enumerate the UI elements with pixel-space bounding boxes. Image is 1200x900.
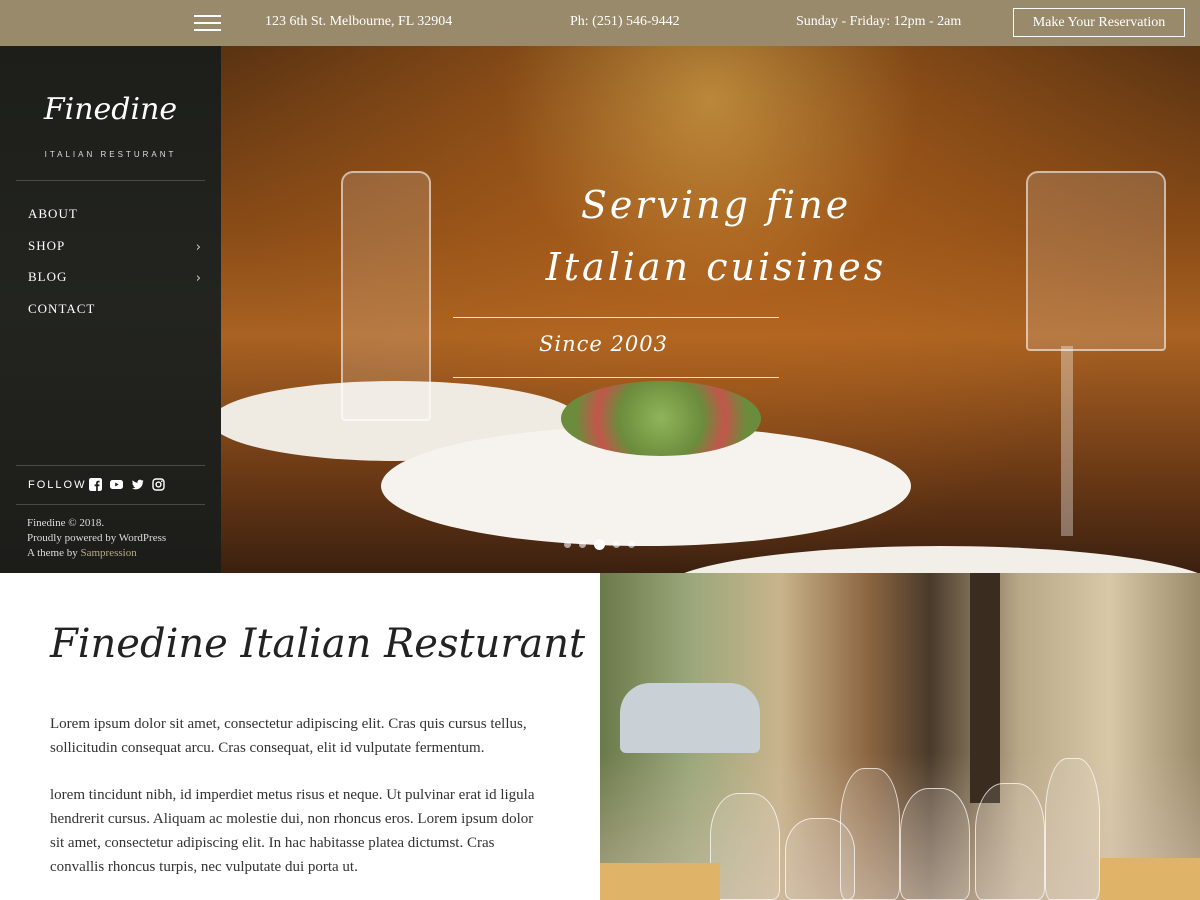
sidebar: Finedine ITALIAN RESTURANT ABOUT SHOP › … [0,46,221,573]
powered-by-link[interactable]: Proudly powered by WordPress [27,531,166,546]
slider-dot-active[interactable] [594,538,605,550]
sidebar-footer: Finedine © 2018. Proudly powered by Word… [27,516,166,561]
slider-dot[interactable] [579,540,586,548]
slider-pagination [564,535,643,553]
make-reservation-button[interactable]: Make Your Reservation [1013,8,1185,37]
hero-divider [453,377,779,378]
napkin-image [1100,858,1200,900]
about-section: Finedine Italian Resturant Lorem ipsum d… [0,573,600,900]
theme-credit-prefix: A theme by [27,547,78,559]
nav-item-shop[interactable]: SHOP › [28,238,208,270]
main-navigation: ABOUT SHOP › BLOG › CONTACT [28,206,208,332]
nav-item-contact[interactable]: CONTACT [28,301,208,333]
twitter-icon[interactable] [131,478,144,491]
nav-item-label: SHOP [28,237,66,253]
nav-item-label: ABOUT [28,206,78,221]
chevron-right-icon[interactable]: › [196,271,202,286]
site-tagline: ITALIAN RESTURANT [44,150,177,159]
hero-title: Serving fine Italian cuisines [416,174,1016,298]
wine-glass-image [1026,171,1166,351]
wine-glass-image [840,768,900,900]
facebook-icon[interactable] [89,478,102,491]
hero-title-line: Serving fine [580,183,852,227]
slider-dot[interactable] [613,540,620,548]
theme-author-link[interactable]: Sampression [80,547,136,559]
sidebar-divider [16,465,205,466]
youtube-icon[interactable] [110,478,123,491]
wine-glass-image [1045,758,1100,900]
address-text: 123 6th St. Melbourne, FL 32904 [265,14,453,29]
follow-label: FOLLOW [28,479,87,491]
plate-image [661,546,1200,573]
slider-dot[interactable] [628,540,635,548]
about-paragraph: lorem tincidunt nibh, id imperdiet metus… [50,787,535,875]
opening-hours-text: Sunday - Friday: 12pm - 2am [796,14,962,29]
section-title: Finedine Italian Resturant [50,621,586,667]
nav-item-about[interactable]: ABOUT [28,206,208,238]
hero-slider: Serving fine Italian cuisines Since 2003 [221,46,1200,573]
restaurant-interior-image [600,573,1200,900]
salad-image [561,381,761,456]
copyright-text: Finedine © 2018. [27,517,105,529]
wine-glass-stem-image [1061,346,1073,536]
nav-item-label: CONTACT [28,300,96,316]
hero-divider [453,317,779,318]
chevron-right-icon[interactable]: › [196,240,202,255]
top-bar: 123 6th St. Melbourne, FL 32904 Ph: (251… [0,0,1200,46]
wine-glass-image [710,793,780,900]
menu-hamburger-icon[interactable] [194,15,221,31]
about-paragraph: Lorem ipsum dolor sit amet, consectetur … [50,716,527,756]
napkin-image [600,863,720,900]
car-image [620,683,760,753]
sidebar-divider [16,180,205,181]
phone-text: Ph: (251) 546-9442 [570,14,680,29]
site-logo[interactable]: Finedine [0,92,221,127]
nav-item-blog[interactable]: BLOG › [28,269,208,301]
instagram-icon[interactable] [152,478,165,491]
hero-subtitle: Since 2003 [539,332,668,356]
door-frame-image [970,573,1000,803]
slider-dot[interactable] [564,540,571,548]
sidebar-divider [16,504,205,505]
wine-glass-image [900,788,970,900]
hero-title-line: Italian cuisines [545,245,887,289]
wine-glass-image [975,783,1045,900]
theme-credit: A theme by Sampression [27,546,166,561]
nav-item-label: BLOG [28,269,68,284]
